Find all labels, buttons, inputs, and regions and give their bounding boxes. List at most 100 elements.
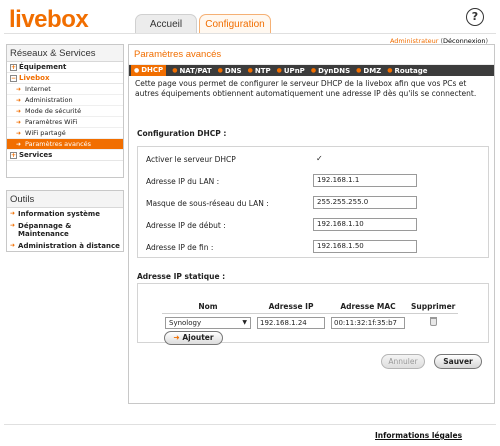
subnav-routage[interactable]: ● Routage [387, 67, 427, 75]
start-ip-label: Adresse IP de début : [146, 221, 226, 230]
dhcp-enable-label: Activer le serveur DHCP [146, 155, 236, 164]
sidebar-item-services[interactable]: + Services [7, 150, 123, 161]
dhcp-section-title: Configuration DHCP : [137, 129, 227, 138]
add-button-label: Ajouter [182, 333, 214, 342]
subnav-dmz[interactable]: ● DMZ [356, 67, 381, 75]
arrow-right-icon: ➜ [10, 242, 16, 249]
sidebar-item-wifi-shared[interactable]: ➜ WiFi partagé [7, 128, 123, 139]
sidebar-item-equipement[interactable]: + Équipement [7, 62, 123, 73]
chevron-down-icon: ▼ [242, 318, 247, 326]
bullet-icon: ● [356, 67, 362, 74]
tools-item-label: Information système [18, 210, 100, 218]
subnav-dhcp[interactable]: ● DHCP [131, 65, 167, 76]
col-header-name: Nom [198, 302, 218, 312]
device-name-select[interactable]: Synology ▼ [165, 316, 251, 329]
cancel-button[interactable]: Annuler [381, 354, 425, 369]
add-button[interactable]: ➜ Ajouter [164, 331, 223, 345]
tools-item-label: Administration à distance [18, 242, 120, 250]
expand-icon: + [10, 63, 17, 71]
arrow-right-icon: ➜ [16, 118, 22, 126]
subnet-mask-label: Masque de sous-réseau du LAN : [146, 199, 269, 208]
subnav-label: DHCP [141, 66, 164, 74]
arrow-right-icon: ➜ [16, 140, 22, 148]
tools-item-troubleshooting[interactable]: ➜ Dépannage & Maintenance [7, 220, 123, 240]
bullet-icon: ● [387, 67, 393, 74]
tools-item-label: Dépannage & Maintenance [18, 222, 72, 238]
subnet-mask-input[interactable]: 255.255.255.0 [313, 196, 417, 209]
col-header-mac: Adresse MAC [340, 302, 396, 312]
sidebar-item-wifi-settings[interactable]: ➜ Paramètres WiFi [7, 117, 123, 128]
sidebar-item-livebox[interactable]: − Livebox [7, 73, 123, 84]
sub-navigation: ● DHCP ● NAT/PAT ● DNS ● NTP ● UPnP ● DynDNS ●… [129, 65, 494, 76]
ip-cell: 192.168.1.24 [254, 312, 328, 332]
trash-icon[interactable] [429, 317, 437, 327]
expand-icon: + [10, 151, 17, 159]
end-ip-input[interactable]: 192.168.1.50 [313, 240, 417, 253]
subnav-label: NAT/PAT [179, 66, 212, 75]
sidebar-tools: Outils ➜ Information système ➜ Dépannage &… [6, 190, 124, 252]
mac-address-input[interactable]: 00:11:32:1f:35:b7 [331, 316, 405, 329]
sidebar-item-label: Internet [25, 85, 51, 93]
subnav-label: DMZ [363, 66, 382, 75]
main-panel: Paramètres avancés ● DHCP ● NAT/PAT ● DNS ●… [128, 44, 495, 404]
dhcp-panel: Activer le serveur DHCP ✓ Adresse IP du … [137, 146, 489, 258]
save-button[interactable]: Sauver [434, 354, 482, 369]
intro-text: Cette page vous permet de configurer le … [135, 79, 477, 98]
sidebar-item-internet[interactable]: ➜ Internet [7, 84, 123, 95]
sidebar-title: Réseaux & Services [7, 45, 123, 62]
livebox-logo: livebox [9, 6, 89, 33]
sidebar-item-administration[interactable]: ➜ Administration [7, 95, 123, 106]
start-ip-input[interactable]: 192.168.1.10 [313, 218, 417, 231]
sidebar-item-advanced-settings[interactable]: ➜ Paramètres avancés [7, 139, 123, 150]
help-icon[interactable]: ? [466, 8, 484, 26]
arrow-right-icon: ➜ [16, 129, 22, 137]
subnav-dns[interactable]: ● DNS [218, 67, 242, 75]
subnav-ntp[interactable]: ● NTP [248, 67, 271, 75]
sidebar-network: Réseaux & Services + Équipement − Livebo… [6, 44, 124, 178]
arrow-right-icon: ➜ [16, 107, 22, 115]
sidebar-item-label: Paramètres WiFi [25, 118, 78, 126]
sidebar-item-security-mode[interactable]: ➜ Mode de sécurité [7, 106, 123, 117]
static-ip-section-title: Adresse IP statique : [137, 272, 226, 281]
tools-item-remote-admin[interactable]: ➜ Administration à distance [7, 240, 123, 252]
bullet-icon: ● [217, 67, 223, 74]
sidebar-item-label: Équipement [19, 63, 67, 71]
arrow-right-icon: ➜ [10, 210, 16, 217]
collapse-icon: − [10, 74, 17, 82]
header-divider [4, 33, 496, 34]
static-ip-input[interactable]: 192.168.1.24 [257, 316, 325, 329]
subnav-upnp[interactable]: ● UPnP [277, 67, 305, 75]
lan-ip-input[interactable]: 192.168.1.1 [313, 174, 417, 187]
bullet-icon: ● [172, 67, 178, 74]
sidebar-item-label: Livebox [19, 74, 50, 82]
table-header-row: Nom Adresse IP Adresse MAC Supprimer [162, 301, 458, 313]
arrow-right-icon: ➜ [173, 333, 180, 342]
static-ip-table: Nom Adresse IP Adresse MAC Supprimer Syn… [162, 301, 459, 332]
subnav-dyndns[interactable]: ● DynDNS [311, 67, 350, 75]
subnav-nat-pat[interactable]: ● NAT/PAT [172, 67, 211, 75]
name-cell: Synology ▼ [162, 312, 254, 332]
bullet-icon: ● [276, 67, 282, 74]
device-name-value: Synology [169, 318, 202, 327]
tools-item-system-info[interactable]: ➜ Information système [7, 208, 123, 220]
sidebar-item-label: WiFi partagé [25, 129, 66, 137]
dhcp-enable-checkbox[interactable]: ✓ [316, 155, 324, 163]
lan-ip-label: Adresse IP du LAN : [146, 177, 220, 186]
arrow-right-icon: ➜ [10, 222, 16, 229]
subnav-label: Routage [394, 66, 428, 75]
subnav-label: DNS [224, 66, 242, 75]
col-header-delete: Supprimer [411, 302, 456, 312]
col-header-ip: Adresse IP [268, 302, 314, 312]
tab-configuration[interactable]: Configuration [199, 14, 271, 34]
bullet-icon: ● [247, 67, 253, 74]
legal-info-link[interactable]: Informations légales [375, 431, 462, 440]
mac-cell: 00:11:32:1f:35:b7 [328, 312, 408, 332]
tab-accueil[interactable]: Accueil [135, 14, 197, 34]
arrow-right-icon: ➜ [16, 96, 22, 104]
sidebar-item-label: Paramètres avancés [25, 140, 92, 148]
tools-title: Outils [7, 191, 123, 208]
sidebar-item-label: Services [19, 151, 53, 159]
sidebar-item-label: Mode de sécurité [25, 107, 82, 115]
subnav-label: DynDNS [318, 66, 351, 75]
page-title: Paramètres avancés [129, 45, 494, 65]
